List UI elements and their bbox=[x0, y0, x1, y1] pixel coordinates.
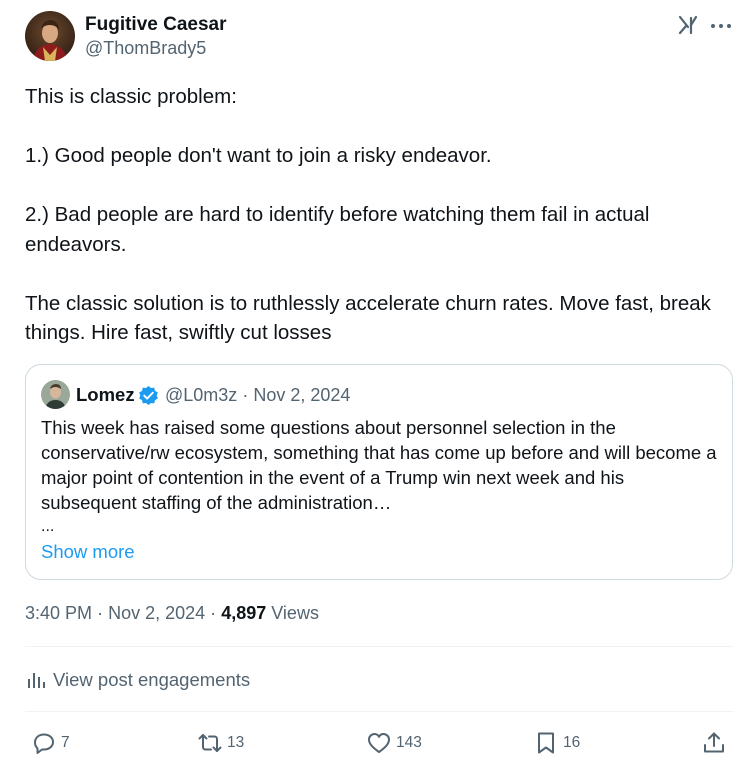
grok-icon[interactable] bbox=[677, 14, 699, 36]
like-count: 143 bbox=[396, 734, 422, 751]
post-paragraph: 2.) Bad people are hard to identify befo… bbox=[25, 203, 650, 256]
reply-button[interactable]: 7 bbox=[31, 729, 70, 757]
post-text: This is classic problem: 1.) Good people… bbox=[25, 82, 725, 348]
post-header: Fugitive Caesar @ThomBrady5 bbox=[25, 11, 735, 61]
meta-separator: · bbox=[242, 385, 249, 405]
reply-icon bbox=[34, 733, 54, 754]
quoted-ellipsis: ... bbox=[41, 518, 55, 535]
post-paragraph: The classic solution is to ruthlessly ac… bbox=[25, 291, 711, 345]
reply-count: 7 bbox=[61, 734, 70, 751]
analytics-icon bbox=[28, 673, 45, 688]
bookmark-count: 16 bbox=[563, 734, 581, 751]
quoted-author-avatar[interactable] bbox=[41, 380, 70, 409]
post-date[interactable]: Nov 2, 2024 bbox=[108, 603, 205, 623]
author-avatar[interactable] bbox=[25, 11, 75, 61]
post-paragraph: This is classic problem: bbox=[25, 85, 237, 108]
bookmark-button[interactable]: 16 bbox=[533, 729, 580, 757]
post-time[interactable]: 3:40 PM bbox=[25, 603, 92, 623]
share-button[interactable] bbox=[701, 729, 727, 757]
like-icon bbox=[368, 733, 390, 753]
quoted-date[interactable]: Nov 2, 2024 bbox=[253, 385, 350, 405]
divider bbox=[25, 711, 733, 712]
meta-separator: · bbox=[210, 603, 217, 623]
show-more-link[interactable]: Show more bbox=[41, 541, 135, 563]
views-count: 4,897 bbox=[221, 603, 267, 623]
bookmark-icon bbox=[538, 732, 554, 754]
view-engagements-button[interactable]: View post engagements bbox=[25, 667, 250, 693]
quoted-post[interactable]: Lomez @L0m3z · Nov 2, 2024 This week has… bbox=[25, 364, 733, 580]
quoted-text: This week has raised some questions abou… bbox=[41, 417, 717, 513]
repost-count: 13 bbox=[227, 734, 245, 751]
share-icon bbox=[704, 732, 724, 753]
quoted-author-name[interactable]: Lomez bbox=[76, 384, 135, 406]
post-meta: 3:40 PM · Nov 2, 2024 · 4,897 Views bbox=[25, 603, 319, 624]
verified-icon bbox=[138, 385, 159, 406]
divider bbox=[25, 646, 733, 647]
more-icon[interactable] bbox=[709, 15, 733, 37]
quoted-meta: @L0m3z · Nov 2, 2024 bbox=[165, 385, 350, 406]
repost-button[interactable]: 13 bbox=[197, 729, 244, 757]
author-handle[interactable]: @ThomBrady5 bbox=[85, 38, 206, 59]
views-label: Views bbox=[271, 603, 319, 623]
post-paragraph: 1.) Good people don't want to join a ris… bbox=[25, 144, 492, 167]
quoted-author-handle[interactable]: @L0m3z bbox=[165, 385, 237, 405]
meta-separator: · bbox=[97, 603, 104, 623]
view-engagements-label: View post engagements bbox=[53, 669, 251, 690]
author-name[interactable]: Fugitive Caesar bbox=[85, 14, 227, 36]
repost-icon bbox=[198, 734, 222, 752]
like-button[interactable]: 143 bbox=[366, 729, 422, 757]
